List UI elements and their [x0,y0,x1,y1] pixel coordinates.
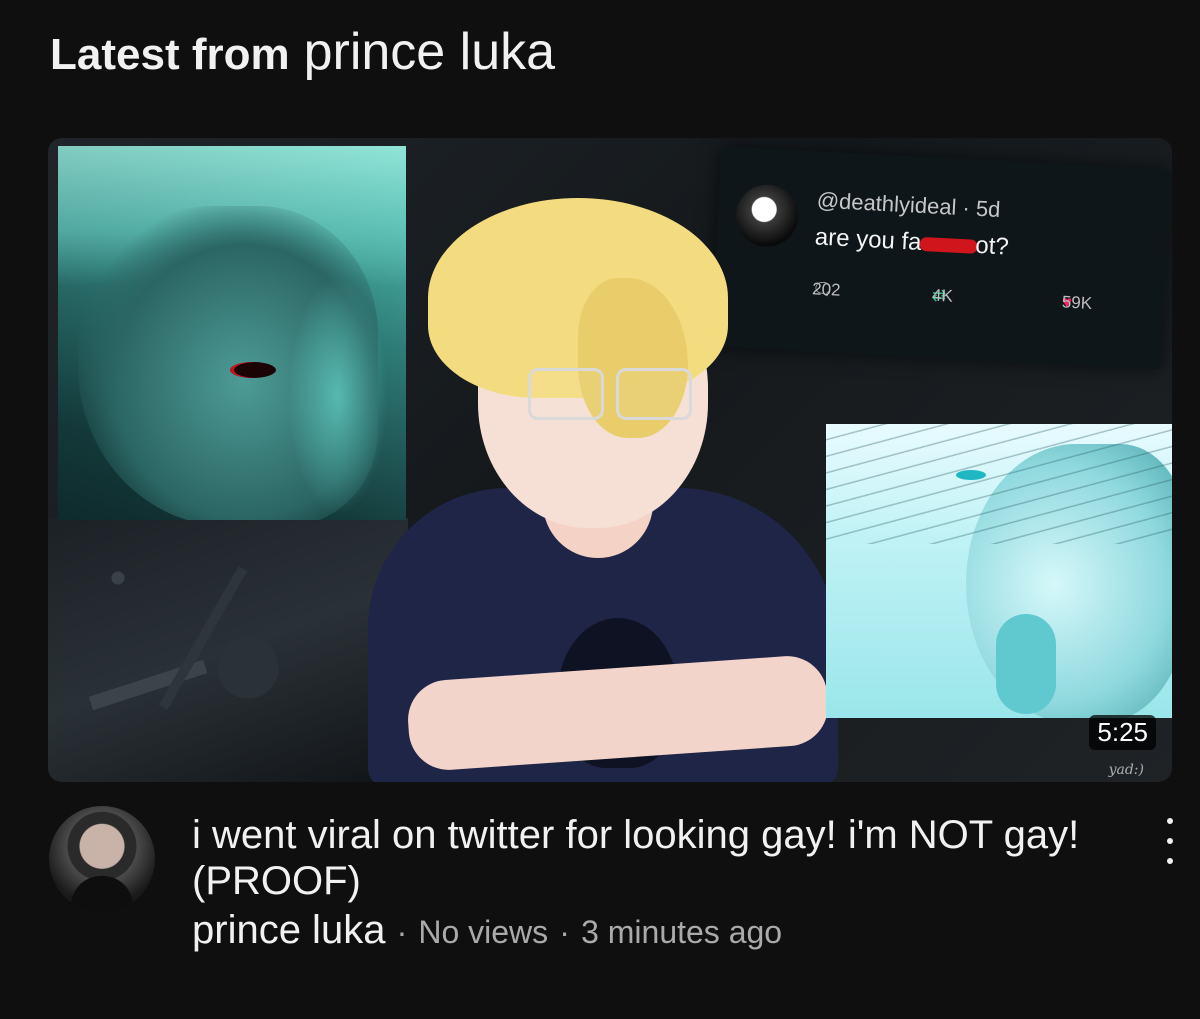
video-meta-line: prince luka · No views · 3 minutes ago [192,908,1112,953]
thumbnail-art-center [348,198,868,782]
meta-separator: · [396,914,408,950]
thumbnail-art-right [826,424,1172,718]
video-meta: i went viral on twitter for looking gay!… [192,812,1112,953]
section-header: Latest from prince luka [50,22,555,82]
video-views: No views [418,914,549,950]
section-header-channel[interactable]: prince luka [304,22,555,82]
video-duration-badge: 5:25 [1089,715,1156,750]
section-header-prefix: Latest from [50,30,290,79]
redaction-mark [919,236,978,254]
video-title[interactable]: i went viral on twitter for looking gay!… [192,812,1092,904]
artist-signature: yad:) [1108,762,1144,778]
video-age: 3 minutes ago [581,914,783,950]
meta-separator: · [559,914,570,950]
video-channel-name[interactable]: prince luka [192,908,385,952]
video-thumbnail[interactable]: @deathlyideal · 5d are you fa ot? 🗨 202 ⇄… [48,138,1172,782]
more-vertical-icon[interactable] [1160,818,1180,864]
channel-avatar[interactable] [49,806,155,912]
